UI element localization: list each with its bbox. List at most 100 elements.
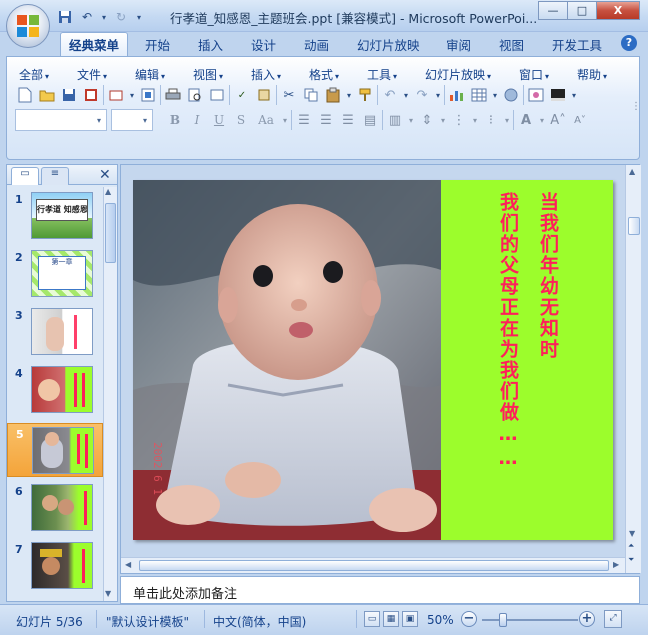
zoom-in-icon[interactable]: + <box>579 611 595 627</box>
columns-icon[interactable]: ▥ <box>385 110 405 130</box>
chevron-down-icon[interactable]: ▾ <box>345 85 353 105</box>
align-right-icon[interactable]: ☰ <box>338 110 358 130</box>
shadow-button[interactable]: S <box>231 110 251 130</box>
slide-thumbnail[interactable]: 6 <box>7 481 103 535</box>
slideshow-view-icon[interactable]: ▣ <box>402 611 418 627</box>
fit-to-window-icon[interactable]: ⤢ <box>604 610 622 628</box>
text-direction-icon[interactable]: ⇕ <box>417 110 437 130</box>
slide-thumbnail[interactable]: 2 第一章 <box>7 247 103 301</box>
editor-vertical-scrollbar[interactable]: ▲ ▼ ⏶ ⏷ <box>625 165 641 573</box>
ribbon-more-icon[interactable]: ⋮ <box>631 101 641 112</box>
baby-photo[interactable]: 2002 6 1 <box>133 180 441 540</box>
previous-slide-icon[interactable]: ⏶ <box>628 541 634 551</box>
numbering-icon[interactable]: ⋮ <box>449 110 469 130</box>
normal-view-icon[interactable]: ▭ <box>364 611 380 627</box>
bold-button[interactable]: B <box>165 110 185 130</box>
tab-slideshow[interactable]: 幻灯片放映 <box>353 32 424 56</box>
print-preview-icon[interactable] <box>185 85 205 105</box>
redo-icon[interactable]: ↷ <box>412 85 432 105</box>
close-button[interactable]: X <box>596 1 640 20</box>
align-left-icon[interactable]: ☰ <box>294 110 314 130</box>
next-slide-icon[interactable]: ⏷ <box>628 555 634 565</box>
zoom-out-icon[interactable]: − <box>461 611 477 627</box>
format-painter-icon[interactable] <box>355 85 375 105</box>
chevron-down-icon[interactable]: ▾ <box>538 110 546 130</box>
tab-view[interactable]: 视图 <box>495 32 528 56</box>
scrollbar-thumb[interactable] <box>105 203 116 263</box>
color-scheme-icon[interactable] <box>548 85 568 105</box>
page-setup-icon[interactable] <box>207 85 227 105</box>
change-case-button[interactable]: Aa <box>253 110 279 130</box>
slide-thumbnail-selected[interactable]: 5 <box>7 423 103 477</box>
slide-thumbnail[interactable]: 7 <box>7 539 103 593</box>
font-name-combo[interactable]: ▾ <box>15 109 107 131</box>
office-button[interactable] <box>6 4 50 48</box>
undo-dropdown-icon[interactable]: ▾ <box>100 8 108 26</box>
chevron-down-icon[interactable]: ▾ <box>503 110 511 130</box>
save-icon[interactable] <box>56 8 74 26</box>
slide-canvas[interactable]: 2002 6 1 当我们年幼无知时 我们的父母正在为我们做…… <box>133 180 613 540</box>
menu-window[interactable]: 窗口 ▾ <box>519 66 549 82</box>
scroll-up-icon[interactable]: ▲ <box>629 167 635 176</box>
menu-all[interactable]: 全部 ▾ <box>19 66 49 82</box>
slide-thumbnail[interactable]: 4 <box>7 363 103 417</box>
chevron-down-icon[interactable]: ▾ <box>471 110 479 130</box>
redo-icon[interactable]: ↻ <box>112 8 130 26</box>
paste-icon[interactable] <box>323 85 343 105</box>
pdf-icon[interactable] <box>138 85 158 105</box>
menu-help[interactable]: 帮助 ▾ <box>577 66 607 82</box>
slide-sorter-icon[interactable]: ▦ <box>383 611 399 627</box>
scrollbar-thumb[interactable] <box>628 217 640 235</box>
menu-insert[interactable]: 插入 ▾ <box>251 66 281 82</box>
insert-picture-icon[interactable] <box>526 85 546 105</box>
chevron-down-icon[interactable]: ▾ <box>570 85 578 105</box>
slide-text-line-1[interactable]: 当我们年幼无知时 <box>535 192 562 360</box>
underline-button[interactable]: U <box>209 110 229 130</box>
chevron-down-icon[interactable]: ▾ <box>491 85 499 105</box>
design-template-name[interactable]: "默认设计模板" <box>106 613 189 630</box>
cut-icon[interactable]: ✂ <box>279 85 299 105</box>
tab-review[interactable]: 审阅 <box>442 32 475 56</box>
language-indicator[interactable]: 中文(简体，中国) <box>213 613 306 630</box>
chevron-down-icon[interactable]: ▾ <box>138 110 152 130</box>
justify-icon[interactable]: ▤ <box>360 110 380 130</box>
align-center-icon[interactable]: ☰ <box>316 110 336 130</box>
tab-animation[interactable]: 动画 <box>300 32 333 56</box>
menu-tools[interactable]: 工具 ▾ <box>367 66 397 82</box>
hyperlink-icon[interactable] <box>501 85 521 105</box>
tab-home[interactable]: 开始 <box>141 32 174 56</box>
slide-thumbnail[interactable]: 3 <box>7 305 103 359</box>
minimize-button[interactable]: — <box>538 1 568 20</box>
thumbnail-scrollbar[interactable]: ▲ ▼ <box>103 187 117 601</box>
undo-icon[interactable]: ↶ <box>380 85 400 105</box>
scrollbar-thumb[interactable] <box>139 560 609 571</box>
tab-outline[interactable]: ≡ <box>41 167 69 185</box>
menu-view[interactable]: 视图 ▾ <box>193 66 223 82</box>
scroll-up-icon[interactable]: ▲ <box>105 187 111 196</box>
zoom-slider-handle[interactable] <box>499 613 507 627</box>
tab-slides[interactable]: ▭ <box>11 167 39 185</box>
close-icon[interactable]: ✕ <box>99 167 111 183</box>
menu-slideshow[interactable]: 幻灯片放映 ▾ <box>425 66 491 82</box>
insert-chart-icon[interactable] <box>447 85 467 105</box>
italic-button[interactable]: I <box>187 110 207 130</box>
font-color-icon[interactable]: A <box>516 110 536 130</box>
menu-format[interactable]: 格式 ▾ <box>309 66 339 82</box>
copy-icon[interactable] <box>301 85 321 105</box>
editor-horizontal-scrollbar[interactable]: ◀ ▶ <box>121 557 625 573</box>
font-size-combo[interactable]: ▾ <box>111 109 153 131</box>
tab-design[interactable]: 设计 <box>247 32 280 56</box>
zoom-slider-track[interactable] <box>482 619 578 621</box>
permission-icon[interactable] <box>81 85 101 105</box>
print-icon[interactable] <box>163 85 183 105</box>
notes-placeholder[interactable]: 单击此处添加备注 <box>133 583 237 602</box>
spelling-icon[interactable]: ✓ <box>232 85 252 105</box>
chevron-down-icon[interactable]: ▾ <box>281 110 289 130</box>
email-icon[interactable] <box>106 85 126 105</box>
open-icon[interactable] <box>37 85 57 105</box>
tab-classic-menu[interactable]: 经典菜单 <box>60 32 128 56</box>
maximize-button[interactable]: □ <box>567 1 597 20</box>
new-icon[interactable] <box>15 85 35 105</box>
save-icon[interactable] <box>59 85 79 105</box>
customize-qat-icon[interactable]: ▾ <box>134 8 144 26</box>
